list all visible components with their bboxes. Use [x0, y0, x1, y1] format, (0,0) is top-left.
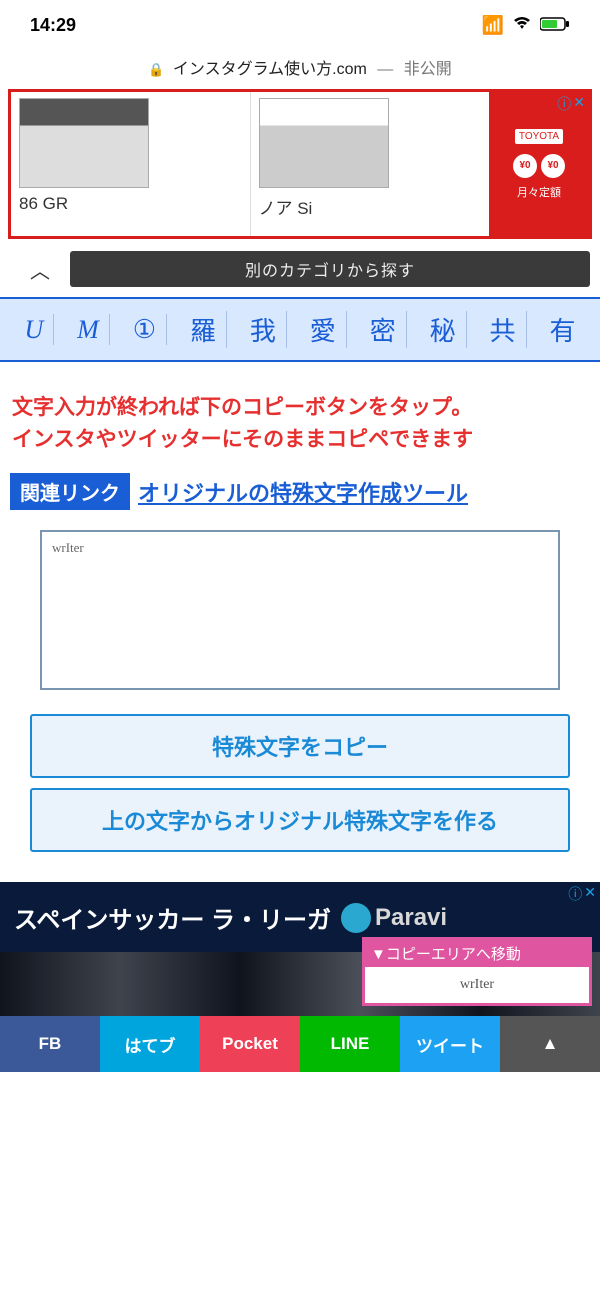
related-label: 関連リンク [10, 473, 130, 510]
car-label-2: ノア Si [259, 194, 482, 219]
char-item[interactable]: ① [123, 314, 167, 345]
collapse-chevron-icon[interactable]: ︿ [10, 255, 70, 284]
related-link[interactable]: オリジナルの特殊文字作成ツール [138, 476, 468, 508]
share-pocket[interactable]: Pocket [200, 1016, 300, 1072]
ad-banner-top[interactable]: 86 GR ノア Si TOYOTA ¥0 ¥0 月々定額 ⓘ ✕ [8, 89, 592, 239]
share-hatena[interactable]: はてブ [100, 1016, 200, 1072]
url-privacy: 非公開 [404, 61, 452, 78]
ad-info-icon[interactable]: ⓘ [568, 884, 582, 904]
car-label-1: 86 GR [19, 194, 242, 214]
status-indicators: 📶 [482, 15, 570, 36]
share-facebook[interactable]: FB [0, 1016, 100, 1072]
paravi-logo: Paravi [341, 903, 447, 933]
char-item[interactable]: 我 [240, 311, 287, 348]
copy-area-header[interactable]: ▼コピーエリアへ移動 [365, 940, 589, 967]
char-item[interactable]: M [67, 314, 110, 345]
instruction-text: 文字入力が終われば下のコピーボタンをタップ。 インスタやツイッターにそのままコピ… [0, 362, 600, 473]
ad-car-cell-2[interactable]: ノア Si [251, 92, 490, 236]
status-bar: 14:29 📶 [0, 0, 600, 50]
lock-icon: 🔒 [148, 62, 164, 77]
ad-close-icon[interactable]: ✕ [573, 94, 585, 114]
char-item[interactable]: 愛 [300, 311, 347, 348]
ad-month-text: 月々定額 [517, 184, 561, 200]
related-link-row: 関連リンク オリジナルの特殊文字作成ツール [0, 473, 600, 522]
car-image-1 [19, 98, 149, 188]
ad-car-cell-1[interactable]: 86 GR [11, 92, 251, 236]
ad-price-circles: ¥0 ¥0 [513, 154, 565, 178]
char-item[interactable]: 秘 [420, 311, 467, 348]
car-image-2 [259, 98, 389, 188]
share-bar: FB はてブ Pocket LINE ツイート ▲ [0, 1016, 600, 1072]
scroll-top-button[interactable]: ▲ [500, 1016, 600, 1072]
copy-area-popup[interactable]: ▼コピーエリアへ移動 wrIter [362, 937, 592, 1006]
paravi-orb-icon [341, 903, 371, 933]
special-char-strip: U M ① 羅 我 愛 密 秘 共 有 [0, 297, 600, 362]
ad-controls: ⓘ ✕ [557, 94, 585, 114]
ad-banner-bottom[interactable]: ⓘ ✕ スペインサッカー ラ・リーガ Paravi ▼コピーエリアへ移動 wrI… [0, 882, 600, 1072]
output-textarea[interactable]: wrIter [40, 530, 560, 690]
create-original-button[interactable]: 上の文字からオリジナル特殊文字を作る [30, 788, 570, 852]
collapse-bar: ︿ 別のカテゴリから探す [0, 251, 600, 287]
ad-info-icon[interactable]: ⓘ [557, 94, 571, 114]
ad-brand-tag: TOYOTA [515, 129, 563, 144]
copy-area-body: wrIter [365, 967, 589, 1003]
share-twitter[interactable]: ツイート [400, 1016, 500, 1072]
category-strip[interactable]: 別のカテゴリから探す [70, 251, 590, 287]
char-item[interactable]: 密 [360, 311, 407, 348]
browser-url-bar[interactable]: 🔒 インスタグラム使い方.com — 非公開 [0, 50, 600, 89]
char-item[interactable]: 有 [539, 311, 585, 348]
share-line[interactable]: LINE [300, 1016, 400, 1072]
signal-icon: 📶 [482, 15, 504, 36]
status-time: 14:29 [30, 15, 76, 36]
char-item[interactable]: 共 [480, 311, 527, 348]
ad-controls-bottom: ⓘ ✕ [568, 884, 596, 904]
copy-button[interactable]: 特殊文字をコピー [30, 714, 570, 778]
char-item[interactable]: 羅 [180, 311, 227, 348]
url-domain: インスタグラム使い方.com [173, 61, 367, 78]
battery-icon [540, 15, 570, 36]
char-item[interactable]: U [14, 314, 54, 345]
ad-close-icon[interactable]: ✕ [584, 884, 596, 904]
wifi-icon [512, 15, 532, 36]
